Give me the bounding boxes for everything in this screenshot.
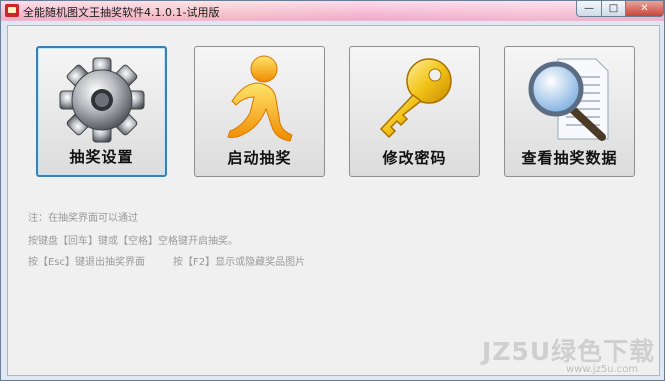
note-f2: 按【F2】显示或隐藏奖品图片 [173,257,306,268]
change-password-button[interactable]: 修改密码 [349,46,480,177]
view-lottery-data-label: 查看抽奖数据 [521,149,618,167]
watermark-url: www.jz5u.com [566,364,639,375]
app-window: 全能随机图文王抽奖软件4.1.0.1-试用版 — □ ✕ 抽奖设置 启动抽奖 修… [0,0,665,381]
view-lottery-data-button[interactable]: 查看抽奖数据 [504,46,635,177]
gear-icon [38,54,165,146]
running-man-icon [195,53,324,145]
change-password-label: 修改密码 [382,149,447,167]
note-esc: 按【Esc】键退出抽奖界面 [28,257,146,268]
note-line-1: 注：在抽奖界面可以通过 [28,213,138,224]
lottery-settings-button[interactable]: 抽奖设置 [36,46,167,177]
maximize-button[interactable]: □ [601,1,626,17]
app-icon[interactable] [5,4,19,17]
lottery-settings-label: 抽奖设置 [69,148,134,166]
magnifier-document-icon [505,53,634,145]
title-bar[interactable]: 全能随机图文王抽奖软件4.1.0.1-试用版 [1,1,664,21]
close-button[interactable]: ✕ [625,1,664,17]
start-lottery-label: 启动抽奖 [227,149,292,167]
main-panel: 抽奖设置 启动抽奖 修改密码 查看抽奖数据 [7,25,660,376]
window-title: 全能随机图文王抽奖软件4.1.0.1-试用版 [23,6,220,19]
start-lottery-button[interactable]: 启动抽奖 [194,46,325,177]
watermark-logo: JZ5U绿色下载 [482,337,656,366]
minimize-button[interactable]: — [576,1,602,17]
key-icon [350,53,479,145]
note-line-2: 按键盘【回车】键或【空格】空格键开启抽奖。 [28,236,238,247]
